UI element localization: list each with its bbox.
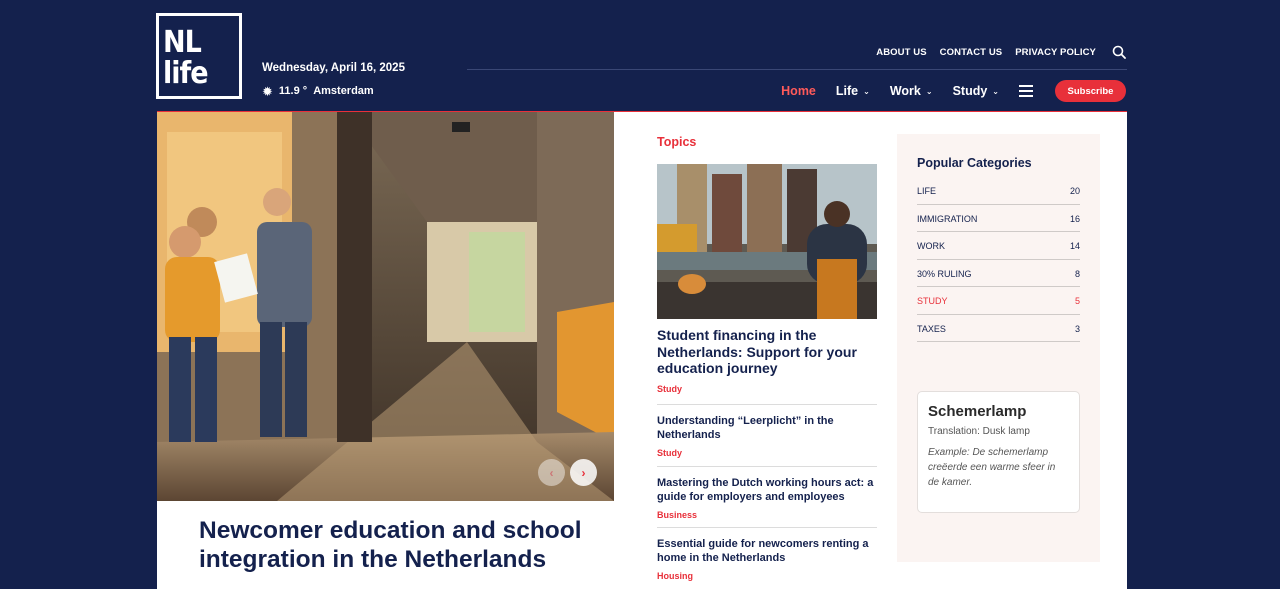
weather-city: Amsterdam — [313, 85, 374, 97]
nav-work[interactable]: Work ⌄ — [890, 84, 933, 98]
logo-line-2: life — [163, 56, 209, 91]
about-us-link[interactable]: ABOUT US — [876, 47, 926, 58]
feature-article-image[interactable] — [657, 164, 877, 319]
list-item[interactable]: Understanding “Leerplicht” in the Nether… — [657, 404, 877, 458]
feature-article-title[interactable]: Student financing in the Netherlands: Su… — [657, 327, 879, 377]
article-title[interactable]: Essential guide for newcomers renting a … — [657, 538, 877, 565]
nav-study[interactable]: Study ⌄ — [953, 84, 999, 98]
subscribe-button[interactable]: Subscribe — [1055, 80, 1126, 102]
category-item-life[interactable]: LIFE 20 — [917, 177, 1080, 205]
privacy-policy-link[interactable]: PRIVACY POLICY — [1015, 47, 1096, 58]
popular-categories-heading: Popular Categories — [917, 156, 1032, 170]
top-links: ABOUT US CONTACT US PRIVACY POLICY — [876, 45, 1126, 59]
article-category[interactable]: Business — [657, 510, 877, 520]
divider — [657, 527, 877, 528]
hero-carousel[interactable]: ‹ › — [157, 112, 614, 501]
topics-heading: Topics — [657, 135, 697, 149]
chevron-down-icon: ⌄ — [925, 86, 933, 96]
dutch-word: Schemerlamp — [928, 403, 1027, 420]
category-item-taxes[interactable]: TAXES 3 — [917, 315, 1080, 342]
site-logo[interactable]: NL life — [156, 13, 242, 99]
weather-temperature: 11.9 ° — [278, 85, 308, 97]
logo-line-1: NL — [163, 25, 202, 60]
list-item[interactable]: Mastering the Dutch working hours act: a… — [657, 466, 877, 520]
header-divider — [467, 69, 1127, 70]
nav-life[interactable]: Life ⌄ — [836, 84, 870, 98]
feature-article-category[interactable]: Study — [657, 384, 682, 394]
divider — [657, 466, 877, 467]
word-translation: Translation: Dusk lamp — [928, 426, 1030, 437]
search-icon[interactable] — [1112, 45, 1126, 59]
category-item-work[interactable]: WORK 14 — [917, 232, 1080, 260]
current-date: Wednesday, April 16, 2025 — [262, 62, 405, 74]
category-item-study[interactable]: STUDY 5 — [917, 287, 1080, 315]
chevron-down-icon: ⌄ — [863, 86, 870, 96]
content-panel: ‹ › Newcomer education and school integr… — [157, 111, 1127, 589]
article-title[interactable]: Mastering the Dutch working hours act: a… — [657, 477, 877, 504]
sun-icon: ✹ — [262, 83, 273, 99]
nav-home[interactable]: Home — [781, 84, 816, 98]
category-item-immigration[interactable]: IMMIGRATION 16 — [917, 205, 1080, 232]
carousel-prev-button[interactable]: ‹ — [538, 459, 565, 486]
list-item[interactable]: Essential guide for newcomers renting a … — [657, 527, 877, 581]
category-list: LIFE 20 IMMIGRATION 16 WORK 14 30% RULING 8 … — [917, 177, 1080, 342]
hamburger-menu-icon[interactable] — [1019, 85, 1033, 97]
hero-article-title[interactable]: Newcomer education and school integratio… — [199, 516, 619, 574]
article-category[interactable]: Study — [657, 448, 877, 458]
article-category[interactable]: Housing — [657, 571, 877, 581]
article-title[interactable]: Understanding “Leerplicht” in the Nether… — [657, 415, 877, 442]
main-navigation: Home Life ⌄ Work ⌄ Study ⌄ Subscribe — [781, 80, 1126, 102]
carousel-next-button[interactable]: › — [570, 459, 597, 486]
weather-widget: ✹ 11.9 ° Amsterdam — [262, 83, 374, 99]
word-example: Example: De schemerlamp creëerde een war… — [928, 447, 1056, 488]
contact-us-link[interactable]: CONTACT US — [940, 47, 1003, 58]
word-of-the-day-card: Schemerlamp Translation: Dusk lamp Examp… — [917, 391, 1080, 513]
category-item-30-ruling[interactable]: 30% RULING 8 — [917, 260, 1080, 287]
chevron-down-icon: ⌄ — [992, 86, 999, 96]
divider — [657, 404, 877, 405]
sidebar: Popular Categories LIFE 20 IMMIGRATION 16 … — [897, 134, 1100, 562]
hero-image — [157, 112, 614, 501]
